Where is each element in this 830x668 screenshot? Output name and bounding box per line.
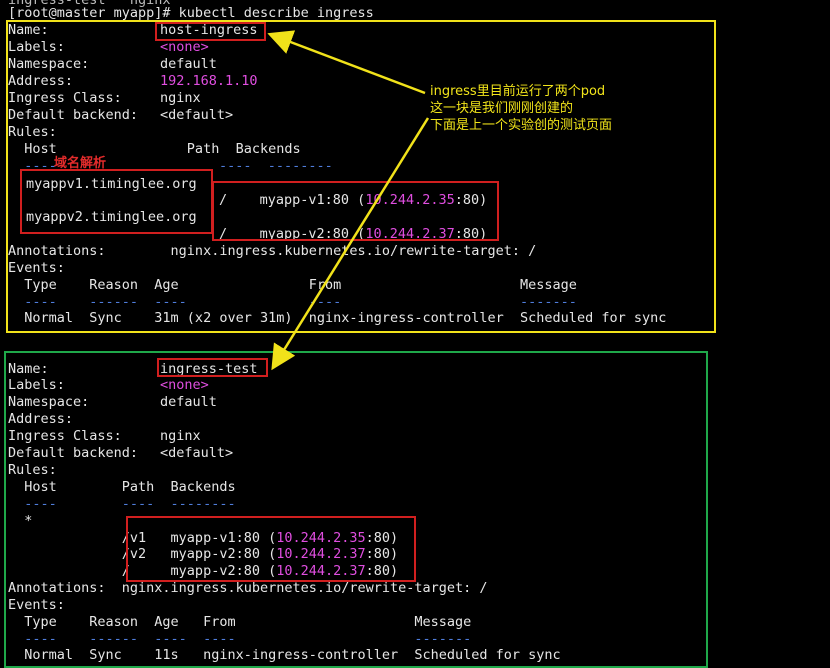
arrow-to-host-ingress <box>267 30 426 95</box>
annotation-arrows <box>267 30 430 371</box>
arrow-to-ingress-test <box>271 117 430 371</box>
